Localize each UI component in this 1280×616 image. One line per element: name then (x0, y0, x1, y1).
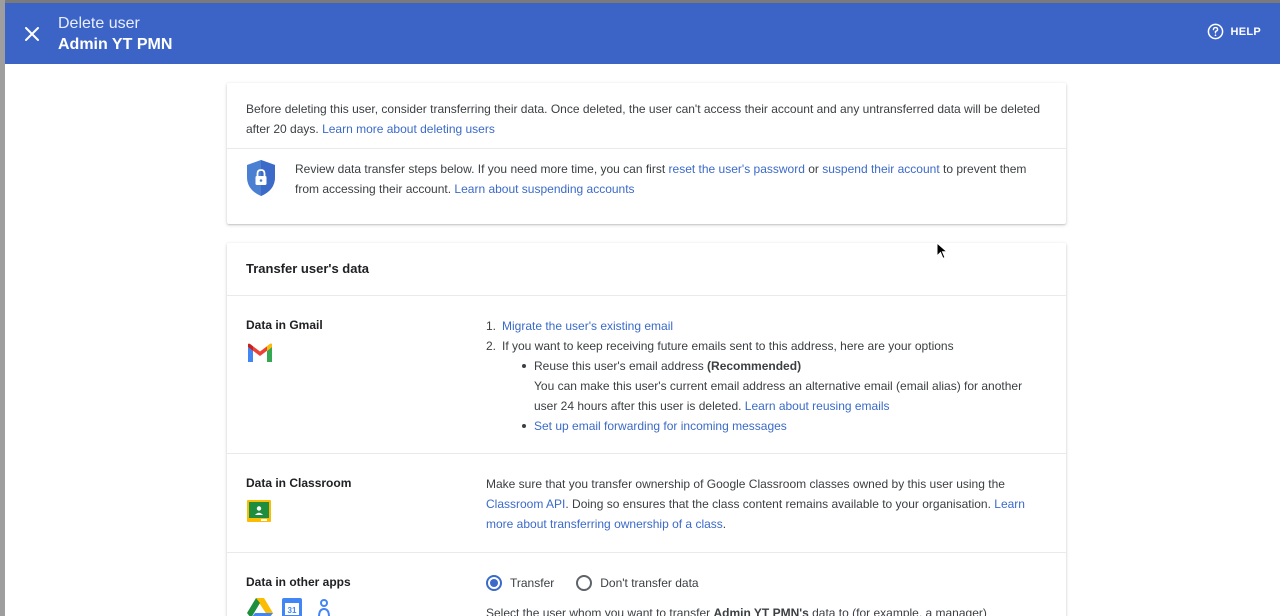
step-1-number: 1. (486, 319, 497, 333)
period: . (722, 517, 727, 531)
mouse-cursor-icon (936, 242, 948, 260)
step-2-number: 2. (486, 339, 497, 353)
gmail-step-1: 1. Migrate the user's existing email (486, 316, 1046, 336)
close-button[interactable] (19, 21, 45, 47)
help-button[interactable]: HELP (1207, 23, 1261, 40)
calendar-icon: 31 (282, 598, 302, 616)
radio-dont-transfer-label: Don't transfer data (600, 576, 699, 590)
classroom-api-link[interactable]: Classroom API (486, 497, 565, 511)
reuse-option-title: Reuse this user's email address (534, 359, 704, 373)
select-user-text: Select the user whom you want to transfe… (486, 603, 1046, 616)
shield-lock-icon (247, 160, 275, 196)
intro-card: Before deleting this user, consider tran… (227, 83, 1066, 224)
transfer-divider-1 (227, 295, 1066, 296)
gmail-row-label: Data in Gmail (246, 318, 323, 332)
radio-transfer-circle[interactable] (486, 575, 502, 591)
classroom-row-label: Data in Classroom (246, 476, 352, 490)
header-bar: Delete user Admin YT PMN HELP (5, 3, 1280, 64)
radio-dont-transfer-circle[interactable] (576, 575, 593, 591)
reset-password-link[interactable]: reset the user's password (669, 162, 805, 176)
transfer-card: Transfer user's data Data in Gmail 1. Mi… (227, 243, 1066, 616)
recommended-badge: (Recommended) (707, 359, 802, 373)
gmail-instructions: 1. Migrate the user's existing email 2. … (486, 316, 1046, 436)
email-forwarding-link[interactable]: Set up email forwarding for incoming mes… (534, 419, 787, 433)
header-titles: Delete user Admin YT PMN (58, 14, 172, 56)
suspend-account-link[interactable]: suspend their account (822, 162, 939, 176)
drive-icon (247, 598, 273, 616)
help-icon (1208, 23, 1224, 40)
select-text-post: data to (for example, a manager) (812, 606, 987, 616)
other-app-icon (318, 599, 330, 616)
intro-text: Before deleting this user, consider tran… (246, 99, 1051, 139)
step-2-text: If you want to keep receiving future ema… (502, 339, 954, 353)
transfer-divider-2 (227, 453, 1066, 454)
other-apps-controls: Transfer Don't transfer data Select the … (486, 573, 1046, 616)
classroom-icon (247, 500, 271, 522)
select-user-name: Admin YT PMN's (713, 606, 809, 616)
gmail-icon (248, 343, 272, 362)
reuse-email-option: Reuse this user's email address (Recomme… (518, 356, 1046, 416)
close-icon (25, 27, 39, 41)
forwarding-option: Set up email forwarding for incoming mes… (518, 416, 1046, 436)
radio-transfer[interactable]: Transfer (486, 573, 554, 593)
transfer-section-title: Transfer user's data (246, 261, 370, 276)
learn-reusing-emails-link[interactable]: Learn about reusing emails (745, 399, 890, 413)
classroom-text: Make sure that you transfer ownership of… (486, 474, 1046, 534)
radio-transfer-label: Transfer (510, 576, 555, 590)
select-text-pre: Select the user whom you want to transfe… (486, 606, 711, 616)
classroom-text-2: . Doing so ensures that the class conten… (565, 497, 991, 511)
transfer-radio-group: Transfer Don't transfer data (486, 573, 1046, 593)
radio-dont-transfer[interactable]: Don't transfer data (576, 573, 699, 593)
review-or: or (808, 162, 819, 176)
intro-divider (227, 148, 1066, 149)
other-apps-row-label: Data in other apps (246, 575, 351, 589)
transfer-divider-3 (227, 552, 1066, 553)
header-subtitle: Delete user (58, 15, 140, 32)
learn-more-deleting-link[interactable]: Learn more about deleting users (322, 122, 495, 136)
learn-suspending-link[interactable]: Learn about suspending accounts (454, 182, 634, 196)
header-title: Admin YT PMN (58, 36, 173, 53)
svg-text:31: 31 (288, 606, 297, 615)
migrate-email-link[interactable]: Migrate the user's existing email (502, 319, 673, 333)
gmail-step-2: 2. If you want to keep receiving future … (486, 336, 1046, 436)
help-label: HELP (1230, 25, 1261, 38)
review-text: Review data transfer steps below. If you… (295, 159, 1040, 199)
review-text-1: Review data transfer steps below. If you… (295, 162, 666, 176)
classroom-text-1: Make sure that you transfer ownership of… (486, 477, 1005, 491)
